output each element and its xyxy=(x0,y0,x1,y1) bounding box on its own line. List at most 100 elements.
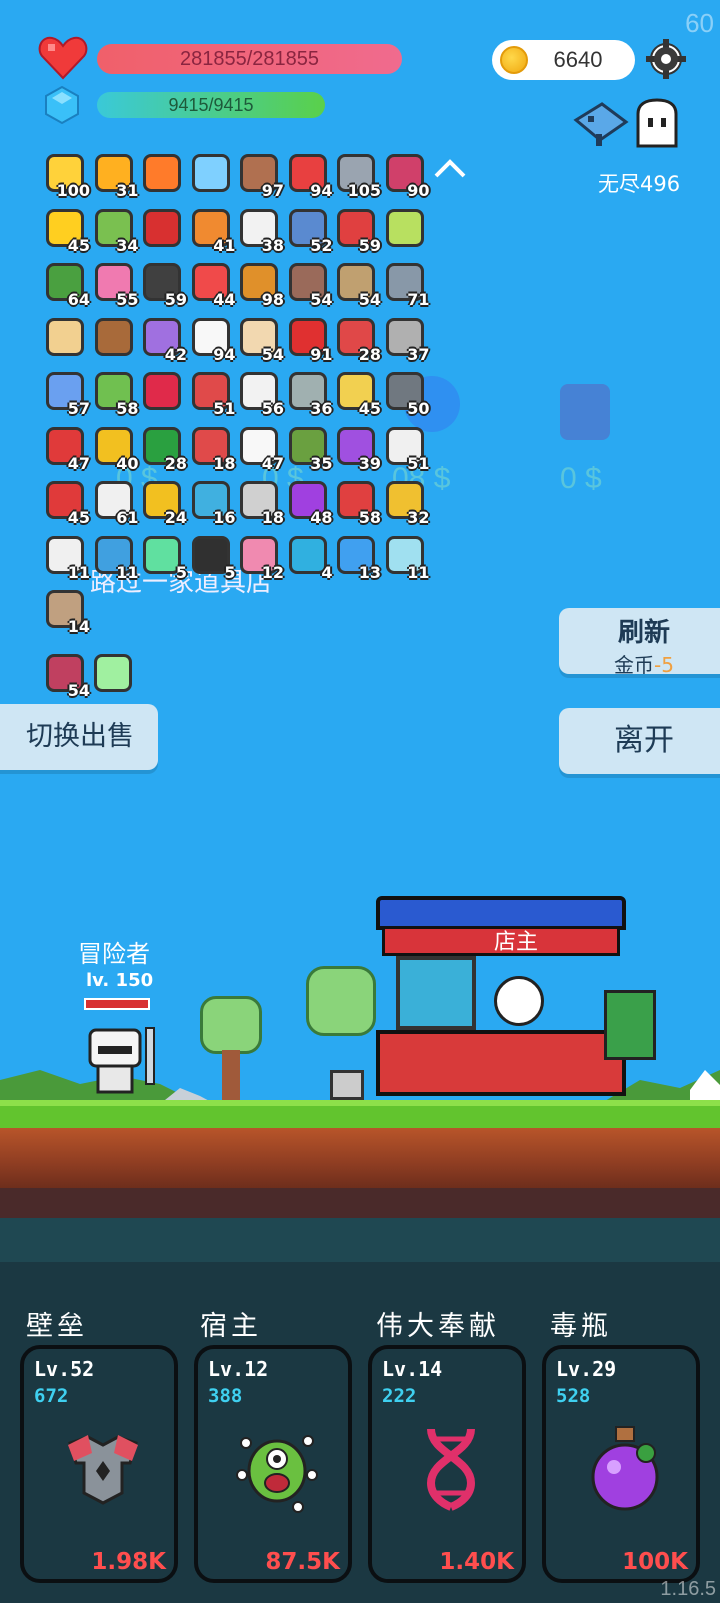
inventory-item[interactable]: 91 xyxy=(285,316,333,364)
inventory-item[interactable]: 54 xyxy=(236,316,284,364)
inventory-item[interactable] xyxy=(139,207,187,255)
skill-card-host[interactable]: Lv.12 388 87.5K xyxy=(194,1345,352,1583)
leave-button[interactable]: 离开 xyxy=(559,708,720,774)
inventory-item[interactable]: 13 xyxy=(333,534,381,582)
skill-upgrade-cost: 1.98K xyxy=(91,1549,166,1575)
item-count: 45 xyxy=(67,508,90,527)
equipped-item[interactable] xyxy=(90,652,138,700)
inventory-item[interactable]: 24 xyxy=(139,479,187,527)
inventory-item[interactable]: 58 xyxy=(333,479,381,527)
inventory-item[interactable]: 55 xyxy=(91,261,139,309)
inventory-item[interactable]: 98 xyxy=(236,261,284,309)
merchant-zombie xyxy=(604,990,656,1060)
inventory-item[interactable]: 40 xyxy=(91,425,139,473)
inventory-item[interactable]: 32 xyxy=(382,479,430,527)
settings-gear-icon[interactable] xyxy=(645,38,687,80)
inventory-item[interactable]: 5 xyxy=(188,534,236,582)
inventory-item[interactable]: 64 xyxy=(42,261,90,309)
inventory-item[interactable]: 57 xyxy=(42,370,90,418)
inventory-item[interactable]: 94 xyxy=(188,316,236,364)
inventory-item[interactable]: 18 xyxy=(236,479,284,527)
item-count: 18 xyxy=(261,508,284,527)
inventory-item[interactable]: 37 xyxy=(382,316,430,364)
inventory-item[interactable]: 41 xyxy=(188,207,236,255)
inventory-item[interactable]: 45 xyxy=(333,370,381,418)
item-count: 61 xyxy=(116,508,139,527)
ghost-avatar-icon[interactable] xyxy=(632,98,682,148)
inventory-item[interactable]: 28 xyxy=(333,316,381,364)
inventory-item[interactable]: 42 xyxy=(139,316,187,364)
inventory-item[interactable]: 58 xyxy=(91,370,139,418)
inventory-item[interactable]: 4 xyxy=(285,534,333,582)
inventory-item[interactable] xyxy=(188,152,236,200)
inventory-item[interactable]: 16 xyxy=(188,479,236,527)
inventory-item[interactable] xyxy=(139,152,187,200)
inventory-item[interactable]: 12 xyxy=(236,534,284,582)
equipped-item[interactable]: 54 xyxy=(42,652,90,700)
inventory-item[interactable]: 61 xyxy=(91,479,139,527)
inventory-item[interactable]: 54 xyxy=(285,261,333,309)
item-count: 48 xyxy=(310,508,333,527)
inventory-item[interactable] xyxy=(91,316,139,364)
inventory-item[interactable]: 34 xyxy=(91,207,139,255)
skill-upgrade-cost: 100K xyxy=(622,1549,688,1575)
inventory-item[interactable]: 71 xyxy=(382,261,430,309)
inventory-item[interactable]: 5 xyxy=(139,534,187,582)
inventory-item[interactable]: 45 xyxy=(42,479,90,527)
item-count: 47 xyxy=(261,453,284,473)
shopkeeper xyxy=(494,976,544,1026)
inventory-item[interactable]: 36 xyxy=(285,370,333,418)
item-count: 94 xyxy=(310,181,333,200)
inventory-item[interactable]: 100 xyxy=(42,152,90,200)
inventory-item[interactable] xyxy=(42,316,90,364)
shopkeeper-label: 店主 xyxy=(494,930,539,955)
skill-card-devotion[interactable]: Lv.14 222 1.40K xyxy=(368,1345,526,1583)
inventory-item[interactable] xyxy=(382,207,430,255)
dungeon-flag-icon[interactable] xyxy=(572,98,630,148)
inventory-item[interactable]: 47 xyxy=(42,425,90,473)
skill-value: 388 xyxy=(208,1385,243,1407)
inventory-item[interactable]: 14 xyxy=(42,588,90,636)
inventory-item[interactable]: 54 xyxy=(333,261,381,309)
item-count: 37 xyxy=(407,344,430,364)
skill-level: Lv.52 xyxy=(34,1357,95,1381)
inventory-item[interactable]: 31 xyxy=(91,152,139,200)
inventory-item[interactable]: 11 xyxy=(91,534,139,582)
inventory-item[interactable]: 51 xyxy=(382,425,430,473)
hp-bar: 281855/281855 xyxy=(97,44,402,74)
inventory-item[interactable]: 97 xyxy=(236,152,284,200)
inventory-item[interactable]: 48 xyxy=(285,479,333,527)
inventory-item[interactable]: 59 xyxy=(333,207,381,255)
inventory-item[interactable]: 52 xyxy=(285,207,333,255)
inventory-item[interactable]: 45 xyxy=(42,207,90,255)
inventory-item[interactable]: 44 xyxy=(188,261,236,309)
collapse-chevron-icon[interactable] xyxy=(432,156,468,180)
inventory-item[interactable]: 56 xyxy=(236,370,284,418)
inventory-item[interactable]: 35 xyxy=(285,425,333,473)
skill-title-bulwark: 壁垒 xyxy=(26,1311,88,1342)
item-count: 71 xyxy=(407,290,430,309)
item-count: 12 xyxy=(261,562,284,582)
inventory-item[interactable]: 51 xyxy=(188,370,236,418)
inventory-item[interactable]: 18 xyxy=(188,425,236,473)
inventory-item[interactable] xyxy=(139,370,187,418)
inventory-item[interactable]: 50 xyxy=(382,370,430,418)
inventory-item[interactable]: 47 xyxy=(236,425,284,473)
inventory-item[interactable]: 39 xyxy=(333,425,381,473)
skill-card-bulwark[interactable]: Lv.52 672 1.98K xyxy=(20,1345,178,1583)
item-count: 42 xyxy=(164,344,187,364)
inventory-item[interactable]: 38 xyxy=(236,207,284,255)
inventory-item[interactable]: 11 xyxy=(382,534,430,582)
skill-card-poison[interactable]: Lv.29 528 100K xyxy=(542,1345,700,1583)
inventory-item[interactable]: 90 xyxy=(382,152,430,200)
shop-price: 0 $ xyxy=(560,462,602,495)
switch-sell-button[interactable]: 切换出售 xyxy=(0,704,158,770)
inventory-item[interactable]: 11 xyxy=(42,534,90,582)
shop-slot-jar[interactable] xyxy=(560,384,610,440)
inventory-item[interactable]: 59 xyxy=(139,261,187,309)
inventory-item[interactable]: 94 xyxy=(285,152,333,200)
inventory-item[interactable]: 28 xyxy=(139,425,187,473)
refresh-button[interactable]: 刷新 金币-5 xyxy=(559,608,720,677)
inventory-item[interactable]: 105 xyxy=(333,152,381,200)
item-count: 41 xyxy=(213,235,236,255)
